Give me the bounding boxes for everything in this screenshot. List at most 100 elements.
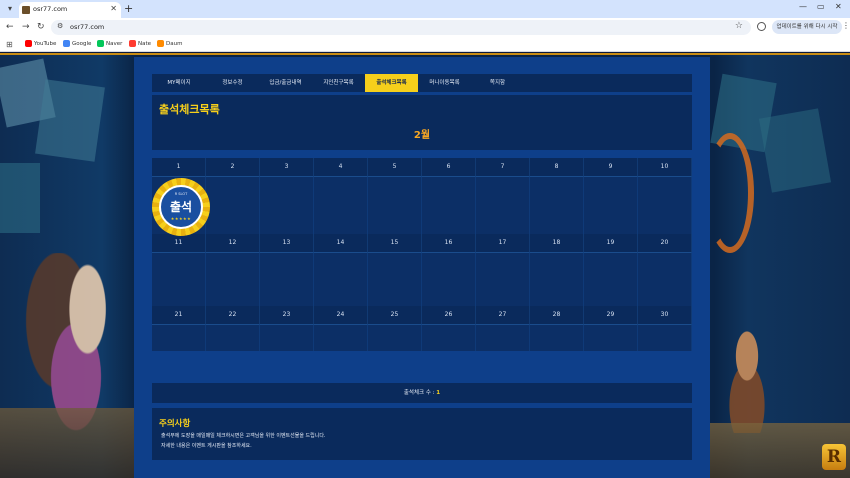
day-cell bbox=[638, 324, 692, 351]
stamp-label: 출석 bbox=[169, 200, 193, 214]
day-cell bbox=[638, 176, 692, 234]
address-bar[interactable]: ⚙ osr77.com ☆ bbox=[51, 20, 751, 35]
attendance-count-bar: 출석체크 수 : 1 bbox=[152, 383, 692, 403]
tab-search-icon[interactable]: ▾ bbox=[4, 3, 16, 15]
day-number: 23 bbox=[260, 306, 314, 324]
stamp-stars: ★★★★★ bbox=[170, 216, 192, 221]
header-divider bbox=[0, 53, 850, 55]
bookmark-daum[interactable]: Daum bbox=[157, 40, 182, 47]
url-text[interactable]: osr77.com bbox=[70, 23, 104, 31]
menu-kebab-icon[interactable]: ⋮ bbox=[842, 21, 850, 30]
day-cell bbox=[206, 324, 260, 351]
new-tab-button[interactable]: + bbox=[124, 2, 133, 16]
tab-money-transfer[interactable]: 머니이동목록 bbox=[418, 74, 471, 92]
day-number: 6 bbox=[422, 158, 476, 176]
bookmark-youtube[interactable]: YouTube bbox=[25, 40, 56, 47]
tab-friends[interactable]: 지인친구목록 bbox=[312, 74, 365, 92]
bookmark-google[interactable]: Google bbox=[63, 40, 91, 47]
apps-grid-icon[interactable]: ⊞ bbox=[6, 40, 13, 49]
day-cell bbox=[476, 324, 530, 351]
day-number: 28 bbox=[530, 306, 584, 324]
site-info-icon[interactable]: ⚙ bbox=[57, 22, 63, 30]
tab-profile-edit[interactable]: 정보수정 bbox=[206, 74, 259, 92]
forward-icon[interactable]: → bbox=[22, 21, 30, 34]
browser-tab[interactable]: osr77.com ✕ bbox=[19, 2, 121, 18]
day-cell bbox=[422, 176, 476, 234]
day-cell bbox=[152, 324, 206, 351]
day-number: 29 bbox=[584, 306, 638, 324]
stamp-inner: R SLOT 출석 ★★★★★ bbox=[159, 185, 203, 229]
day-number: 16 bbox=[422, 234, 476, 252]
profile-icon[interactable] bbox=[757, 22, 766, 31]
day-cell bbox=[260, 324, 314, 351]
day-number: 1 bbox=[152, 158, 206, 176]
day-cell bbox=[530, 176, 584, 234]
browser-tab-strip: ▾ osr77.com ✕ + — ▭ ✕ bbox=[0, 0, 850, 18]
tab-title: osr77.com bbox=[33, 5, 68, 13]
back-icon[interactable]: ← bbox=[6, 21, 14, 34]
day-number: 14 bbox=[314, 234, 368, 252]
day-cell bbox=[422, 324, 476, 351]
close-icon[interactable]: ✕ bbox=[110, 4, 117, 13]
tab-deposit-withdraw[interactable]: 입금/출금내역 bbox=[259, 74, 312, 92]
day-number: 2 bbox=[206, 158, 260, 176]
day-number: 20 bbox=[638, 234, 692, 252]
day-cell bbox=[638, 252, 692, 306]
day-cell bbox=[206, 252, 260, 306]
day-cell bbox=[314, 324, 368, 351]
day-cell bbox=[368, 176, 422, 234]
background-wheel-art bbox=[706, 133, 754, 253]
day-number: 21 bbox=[152, 306, 206, 324]
window-close-icon[interactable]: ✕ bbox=[835, 2, 842, 11]
tab-attendance[interactable]: 출석체크목록 bbox=[365, 74, 418, 92]
day-number: 17 bbox=[476, 234, 530, 252]
day-number: 30 bbox=[638, 306, 692, 324]
day-cell bbox=[476, 176, 530, 234]
day-cell bbox=[260, 252, 314, 306]
youtube-icon bbox=[25, 40, 32, 47]
bookmarks-bar: ⊞ YouTube Google Naver Nate Daum bbox=[0, 37, 850, 52]
browser-toolbar: ← → ↻ ⚙ osr77.com ☆ bbox=[0, 18, 850, 37]
nate-icon bbox=[129, 40, 136, 47]
day-number: 7 bbox=[476, 158, 530, 176]
day-cell bbox=[476, 252, 530, 306]
bookmark-star-icon[interactable]: ☆ bbox=[735, 21, 743, 31]
day-cell bbox=[584, 176, 638, 234]
day-cell bbox=[584, 324, 638, 351]
day-cell bbox=[314, 252, 368, 306]
day-cell bbox=[206, 176, 260, 234]
attendance-stamp-icon: R SLOT 출석 ★★★★★ bbox=[152, 178, 210, 236]
bookmark-nate[interactable]: Nate bbox=[129, 40, 151, 47]
day-number: 24 bbox=[314, 306, 368, 324]
day-cell bbox=[260, 176, 314, 234]
notice-title: 주의사항 bbox=[159, 419, 191, 429]
background-card-art bbox=[0, 163, 40, 233]
day-number: 25 bbox=[368, 306, 422, 324]
day-number: 18 bbox=[530, 234, 584, 252]
site-favicon-icon bbox=[22, 6, 30, 14]
day-number: 27 bbox=[476, 306, 530, 324]
minimize-icon[interactable]: — bbox=[799, 2, 807, 11]
day-number: 11 bbox=[152, 234, 206, 252]
naver-icon bbox=[97, 40, 104, 47]
reload-icon[interactable]: ↻ bbox=[37, 21, 45, 34]
day-number: 3 bbox=[260, 158, 314, 176]
day-number: 5 bbox=[368, 158, 422, 176]
background-character-art bbox=[712, 323, 782, 433]
day-cell bbox=[152, 252, 206, 306]
day-cell bbox=[314, 176, 368, 234]
bookmark-naver[interactable]: Naver bbox=[97, 40, 122, 47]
relaunch-update-button[interactable]: 업데이트를 위해 다시 시작 bbox=[772, 20, 842, 34]
attendance-count-label: 출석체크 수 : bbox=[403, 390, 435, 396]
site-logo-icon[interactable]: R bbox=[822, 444, 846, 470]
tab-messages[interactable]: 쪽지함 bbox=[471, 74, 524, 92]
title-box bbox=[152, 95, 692, 150]
tab-mypage[interactable]: MY페이지 bbox=[152, 74, 206, 92]
background-card-art bbox=[35, 79, 105, 162]
google-icon bbox=[63, 40, 70, 47]
day-number: 12 bbox=[206, 234, 260, 252]
background-card-art bbox=[758, 108, 832, 193]
maximize-icon[interactable]: ▭ bbox=[817, 2, 825, 11]
day-cell bbox=[530, 324, 584, 351]
day-number: 13 bbox=[260, 234, 314, 252]
